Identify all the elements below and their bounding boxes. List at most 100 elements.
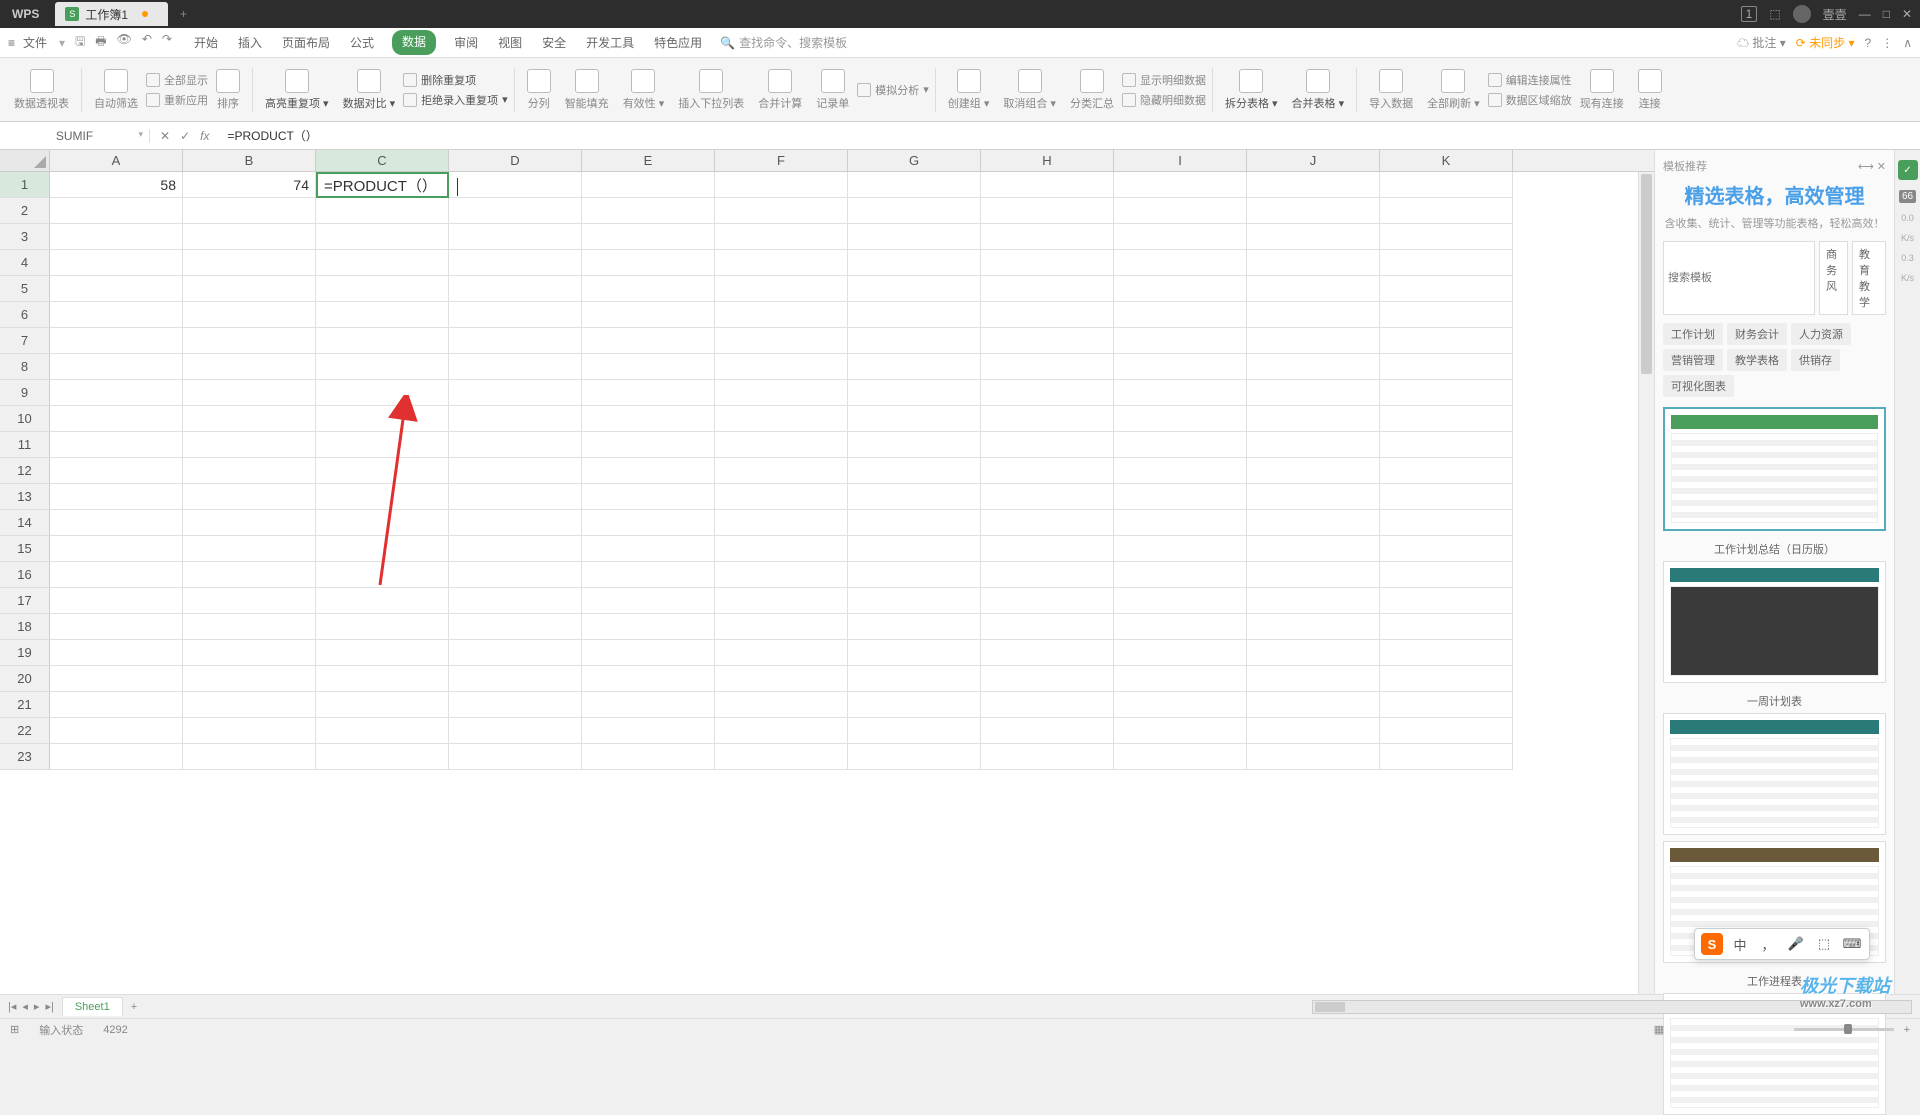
cell-C8[interactable] (316, 354, 449, 380)
cell-F22[interactable] (715, 718, 848, 744)
col-header-F[interactable]: F (715, 150, 848, 171)
notification-badge[interactable]: 1 (1741, 6, 1758, 22)
cell-D11[interactable] (449, 432, 582, 458)
cell-D23[interactable] (449, 744, 582, 770)
ungroup-button[interactable]: 取消组合 ▾ (997, 69, 1062, 111)
cell-I12[interactable] (1114, 458, 1247, 484)
cell-D19[interactable] (449, 640, 582, 666)
cell-H18[interactable] (981, 614, 1114, 640)
cell-H5[interactable] (981, 276, 1114, 302)
cell-A9[interactable] (50, 380, 183, 406)
preview-icon[interactable]: 👁 (117, 32, 132, 53)
cell-H7[interactable] (981, 328, 1114, 354)
cell-G20[interactable] (848, 666, 981, 692)
cell-J1[interactable] (1247, 172, 1380, 198)
cell-G19[interactable] (848, 640, 981, 666)
row-header[interactable]: 3 (0, 224, 50, 250)
cell-E14[interactable] (582, 510, 715, 536)
cell-G4[interactable] (848, 250, 981, 276)
sync-status[interactable]: ⟳ 未同步 ▾ (1796, 34, 1855, 51)
cell-I18[interactable] (1114, 614, 1247, 640)
sheet-nav-last[interactable]: ▸| (45, 1000, 53, 1013)
cell-F18[interactable] (715, 614, 848, 640)
cell-F3[interactable] (715, 224, 848, 250)
cell-K1[interactable] (1380, 172, 1513, 198)
cell-D9[interactable] (449, 380, 582, 406)
row-header[interactable]: 12 (0, 458, 50, 484)
cell-G17[interactable] (848, 588, 981, 614)
cell-E12[interactable] (582, 458, 715, 484)
cell-K7[interactable] (1380, 328, 1513, 354)
cell-H8[interactable] (981, 354, 1114, 380)
cell-F11[interactable] (715, 432, 848, 458)
cell-J20[interactable] (1247, 666, 1380, 692)
cell-C14[interactable] (316, 510, 449, 536)
cell-J7[interactable] (1247, 328, 1380, 354)
cell-G15[interactable] (848, 536, 981, 562)
cell-H12[interactable] (981, 458, 1114, 484)
cell-H23[interactable] (981, 744, 1114, 770)
cell-A17[interactable] (50, 588, 183, 614)
cell-I16[interactable] (1114, 562, 1247, 588)
cell-D5[interactable] (449, 276, 582, 302)
cell-H3[interactable] (981, 224, 1114, 250)
fx-icon[interactable]: fx (200, 129, 209, 143)
cell-C16[interactable] (316, 562, 449, 588)
cell-J6[interactable] (1247, 302, 1380, 328)
tab-developer[interactable]: 开发工具 (584, 30, 636, 55)
cell-C5[interactable] (316, 276, 449, 302)
col-header-K[interactable]: K (1380, 150, 1513, 171)
cell-A16[interactable] (50, 562, 183, 588)
cell-G22[interactable] (848, 718, 981, 744)
cell-E16[interactable] (582, 562, 715, 588)
cell-I9[interactable] (1114, 380, 1247, 406)
cell-A18[interactable] (50, 614, 183, 640)
show-all-button[interactable]: 全部显示 (146, 72, 208, 88)
select-all-corner[interactable] (0, 150, 50, 171)
cell-F20[interactable] (715, 666, 848, 692)
dropdown-list-button[interactable]: 插入下拉列表 (672, 69, 750, 111)
cell-D7[interactable] (449, 328, 582, 354)
cell-K3[interactable] (1380, 224, 1513, 250)
zoom-slider[interactable] (1794, 1028, 1894, 1031)
cell-F16[interactable] (715, 562, 848, 588)
cell-F15[interactable] (715, 536, 848, 562)
cell-F5[interactable] (715, 276, 848, 302)
cell-F23[interactable] (715, 744, 848, 770)
cell-K21[interactable] (1380, 692, 1513, 718)
refresh-all-button[interactable]: 全部刷新 ▾ (1421, 69, 1486, 111)
col-header-H[interactable]: H (981, 150, 1114, 171)
cell-E8[interactable] (582, 354, 715, 380)
cell-B7[interactable] (183, 328, 316, 354)
cell-C4[interactable] (316, 250, 449, 276)
tab-data[interactable]: 数据 (392, 30, 436, 55)
row-header[interactable]: 10 (0, 406, 50, 432)
cell-J15[interactable] (1247, 536, 1380, 562)
cell-I1[interactable] (1114, 172, 1247, 198)
row-header[interactable]: 6 (0, 302, 50, 328)
smart-fill-button[interactable]: 智能填充 (559, 69, 615, 111)
cell-H4[interactable] (981, 250, 1114, 276)
view-normal-icon[interactable]: ▦ (1654, 1023, 1664, 1036)
cell-C1[interactable]: =PRODUCT（） (316, 172, 449, 198)
cell-H10[interactable] (981, 406, 1114, 432)
cell-G12[interactable] (848, 458, 981, 484)
cell-K12[interactable] (1380, 458, 1513, 484)
cell-I21[interactable] (1114, 692, 1247, 718)
cell-D17[interactable] (449, 588, 582, 614)
cell-I6[interactable] (1114, 302, 1247, 328)
cell-A21[interactable] (50, 692, 183, 718)
cell-D22[interactable] (449, 718, 582, 744)
user-avatar[interactable] (1793, 5, 1811, 23)
help-icon[interactable]: ? (1865, 36, 1872, 50)
ime-punct[interactable]: ， (1757, 933, 1779, 955)
cell-B8[interactable] (183, 354, 316, 380)
cell-B23[interactable] (183, 744, 316, 770)
cell-G23[interactable] (848, 744, 981, 770)
cell-D20[interactable] (449, 666, 582, 692)
row-header[interactable]: 14 (0, 510, 50, 536)
row-header[interactable]: 18 (0, 614, 50, 640)
cell-H19[interactable] (981, 640, 1114, 666)
row-header[interactable]: 21 (0, 692, 50, 718)
cell-E2[interactable] (582, 198, 715, 224)
